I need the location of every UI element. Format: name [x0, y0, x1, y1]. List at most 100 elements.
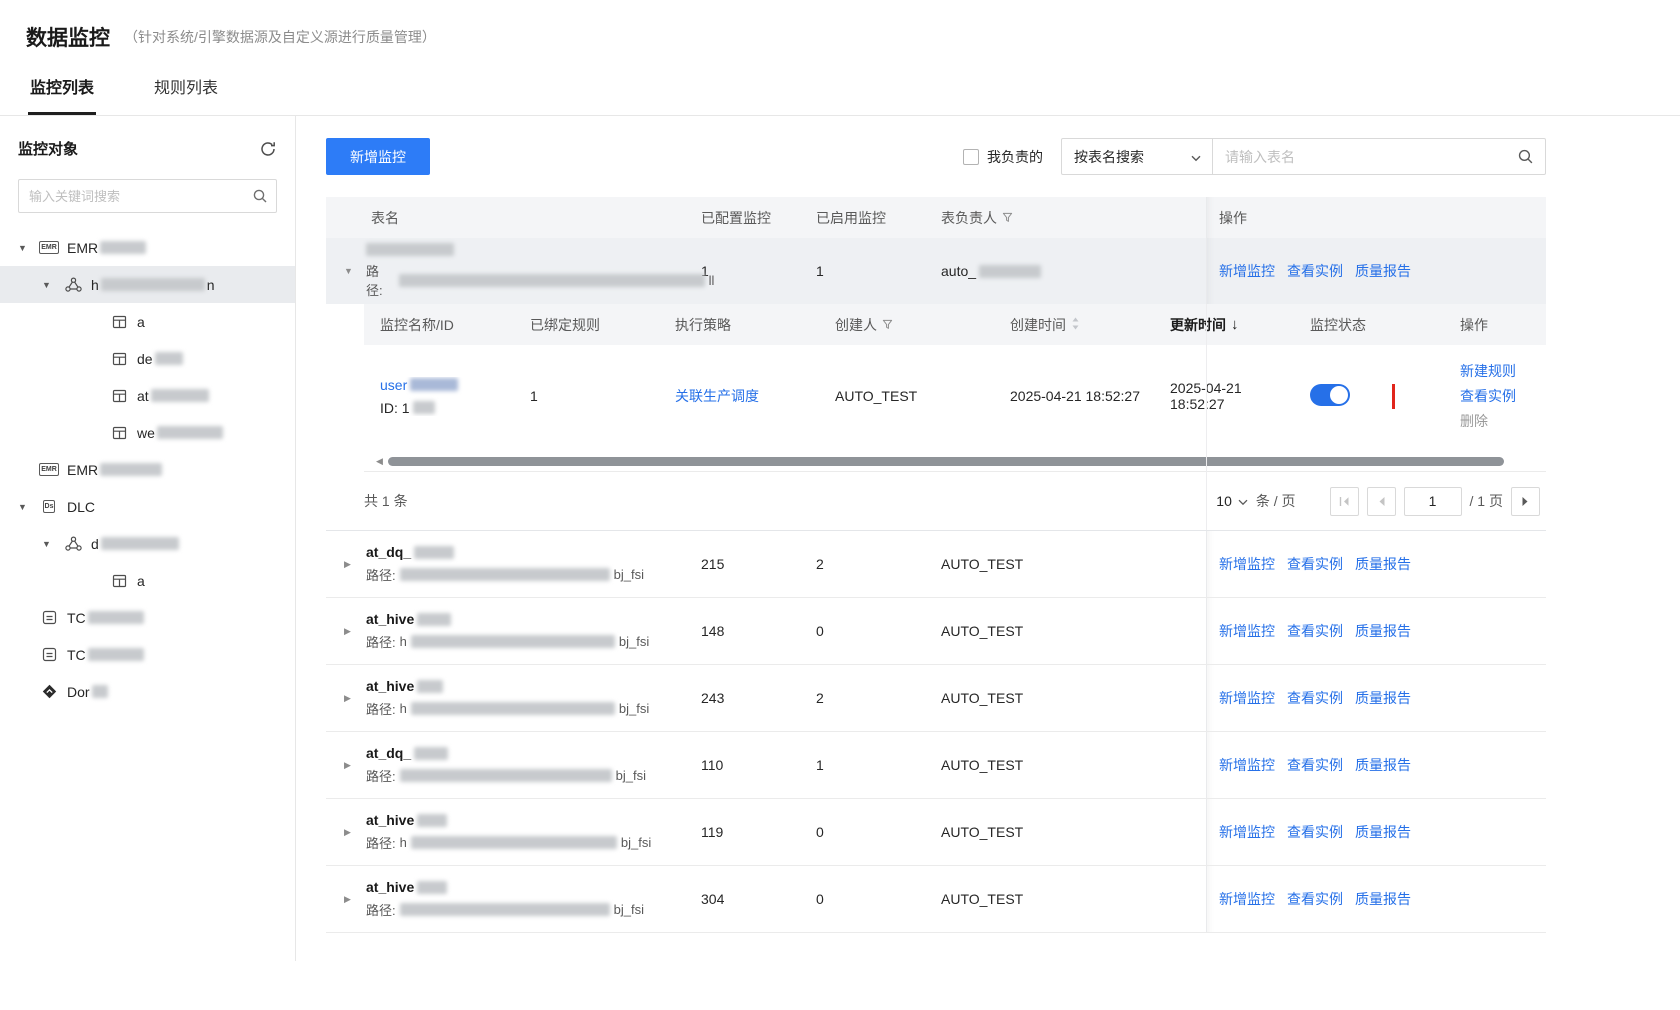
quality-report-link[interactable]: 质量报告: [1355, 621, 1411, 641]
row-expand-icon[interactable]: ▼: [344, 266, 356, 276]
table-name-cell: ▶ at_hive 路径:hbj_fsi: [326, 678, 701, 718]
table-name: at_hive: [366, 879, 644, 895]
tab-monitor-list[interactable]: 监控列表: [28, 68, 96, 115]
tab-rule-list[interactable]: 规则列表: [152, 68, 220, 115]
quality-report-link[interactable]: 质量报告: [1355, 688, 1411, 708]
table-name-cell: ▶ at_dq_ 路径:bj_fsi: [326, 745, 701, 785]
page-size-select[interactable]: 10: [1216, 493, 1248, 509]
view-instances-link[interactable]: 查看实例: [1287, 554, 1343, 574]
tree-expand-icon[interactable]: ▼: [42, 539, 54, 549]
quality-report-link[interactable]: 质量报告: [1355, 755, 1411, 775]
tree-item[interactable]: a: [0, 303, 295, 340]
search-icon[interactable]: [252, 188, 268, 209]
add-monitor-link[interactable]: 新增监控: [1219, 554, 1275, 574]
sidebar-search-input[interactable]: [18, 179, 277, 213]
add-monitor-link[interactable]: 新增监控: [1219, 688, 1275, 708]
exec-strategy-link[interactable]: 关联生产调度: [675, 388, 759, 404]
redacted-text: [417, 680, 443, 693]
tree-node-text: TC: [67, 610, 86, 626]
delete-link[interactable]: 删除: [1460, 411, 1546, 431]
creator-value: AUTO_TEST: [819, 388, 994, 404]
tree-item[interactable]: ▼ d: [0, 525, 295, 562]
tree-item[interactable]: EMR EMR: [0, 451, 295, 488]
search-type-select[interactable]: 按表名搜索: [1061, 138, 1213, 175]
add-monitor-link[interactable]: 新增监控: [1219, 755, 1275, 775]
prev-page-button[interactable]: [1367, 487, 1396, 516]
redacted-text: [400, 903, 610, 916]
enabled-count: 2: [816, 690, 941, 706]
add-monitor-link[interactable]: 新增监控: [1219, 261, 1275, 281]
enabled-count: 0: [816, 623, 941, 639]
scrollbar-track[interactable]: [388, 457, 1504, 466]
tree-item[interactable]: TC: [0, 599, 295, 636]
view-instances-link[interactable]: 查看实例: [1287, 621, 1343, 641]
tree-item[interactable]: ▼ Ds DLC: [0, 488, 295, 525]
refresh-icon[interactable]: [259, 140, 277, 158]
new-rule-link[interactable]: 新建规则: [1460, 361, 1546, 381]
add-monitor-link[interactable]: 新增监控: [1219, 621, 1275, 641]
quality-report-link[interactable]: 质量报告: [1355, 889, 1411, 909]
sort-desc-icon[interactable]: ↓: [1231, 316, 1239, 333]
tree-expand-icon[interactable]: ▼: [42, 280, 54, 290]
filter-icon[interactable]: [1002, 210, 1013, 226]
tree-item[interactable]: Dor: [0, 673, 295, 710]
view-instances-link[interactable]: 查看实例: [1287, 889, 1343, 909]
sort-icon[interactable]: [1071, 317, 1080, 333]
view-instances-link[interactable]: 查看实例: [1287, 755, 1343, 775]
total-count: 共 1 条: [364, 491, 408, 511]
owner-text: auto_: [941, 263, 976, 279]
quality-report-link[interactable]: 质量报告: [1355, 822, 1411, 842]
create-time-value: 2025-04-21 18:52:27: [994, 388, 1154, 404]
view-instances-link[interactable]: 查看实例: [1287, 261, 1343, 281]
table-row: ▶ at_hive 路径:hbj_fsi 148 0 AUTO_TEST 新增监…: [326, 598, 1546, 665]
first-page-button[interactable]: [1330, 487, 1359, 516]
view-instances-link[interactable]: 查看实例: [1287, 688, 1343, 708]
table-name-search-input[interactable]: [1212, 138, 1546, 175]
row-expand-icon[interactable]: ▶: [344, 626, 356, 637]
row-expand-icon[interactable]: ▶: [344, 693, 356, 704]
add-monitor-button[interactable]: 新增监控: [326, 138, 430, 175]
my-responsibility-checkbox[interactable]: [963, 149, 979, 165]
table-path: 路径:bj_fsi: [366, 565, 644, 584]
redacted-text: [151, 389, 209, 402]
redacted-text: [417, 814, 447, 827]
quality-report-link[interactable]: 质量报告: [1355, 554, 1411, 574]
search-icon[interactable]: [1517, 148, 1534, 170]
add-monitor-link[interactable]: 新增监控: [1219, 822, 1275, 842]
tree-node-label: de: [137, 351, 183, 367]
tree-item[interactable]: de: [0, 340, 295, 377]
tree-expand-icon[interactable]: ▼: [18, 243, 30, 253]
row-expand-icon[interactable]: ▶: [344, 760, 356, 771]
row-expand-icon[interactable]: ▶: [344, 827, 356, 838]
monitor-name-cell: user ID: 1: [364, 377, 514, 416]
quality-report-link[interactable]: 质量报告: [1355, 261, 1411, 281]
tree-item[interactable]: a: [0, 562, 295, 599]
tree-item[interactable]: at: [0, 377, 295, 414]
tree-item[interactable]: we: [0, 414, 295, 451]
monitor-status-cell: [1294, 384, 1444, 409]
filter-icon[interactable]: [882, 317, 893, 333]
view-instances-link[interactable]: 查看实例: [1460, 386, 1546, 406]
monitor-name-link[interactable]: user: [380, 377, 407, 393]
tree-item[interactable]: ▼ EMR EMR: [0, 229, 295, 266]
tree-node-text: n: [207, 277, 215, 293]
redacted-text: [411, 702, 615, 715]
monitor-status-toggle[interactable]: [1310, 384, 1350, 406]
path-label: 路径:: [366, 900, 396, 919]
page-header: 数据监控 （针对系统/引擎数据源及自定义源进行质量管理）: [0, 0, 1680, 68]
row-expand-icon[interactable]: ▶: [344, 894, 356, 905]
tree-item[interactable]: TC: [0, 636, 295, 673]
owner-text: AUTO_TEST: [941, 824, 1023, 840]
tree-item[interactable]: ▼ hn: [0, 266, 295, 303]
page-number-input[interactable]: 1: [1404, 487, 1462, 516]
add-monitor-link[interactable]: 新增监控: [1219, 889, 1275, 909]
view-instances-link[interactable]: 查看实例: [1287, 822, 1343, 842]
toolbar-right: 我负责的 按表名搜索: [963, 138, 1546, 175]
scroll-left-icon[interactable]: ◀: [376, 456, 383, 467]
scrollbar-thumb[interactable]: [388, 457, 1504, 466]
next-page-button[interactable]: [1511, 487, 1540, 516]
row-expand-icon[interactable]: ▶: [344, 559, 356, 570]
table-path: 路径:hbj_fsi: [366, 833, 651, 852]
configured-count: 215: [701, 556, 816, 572]
tree-expand-icon[interactable]: ▼: [18, 502, 30, 512]
